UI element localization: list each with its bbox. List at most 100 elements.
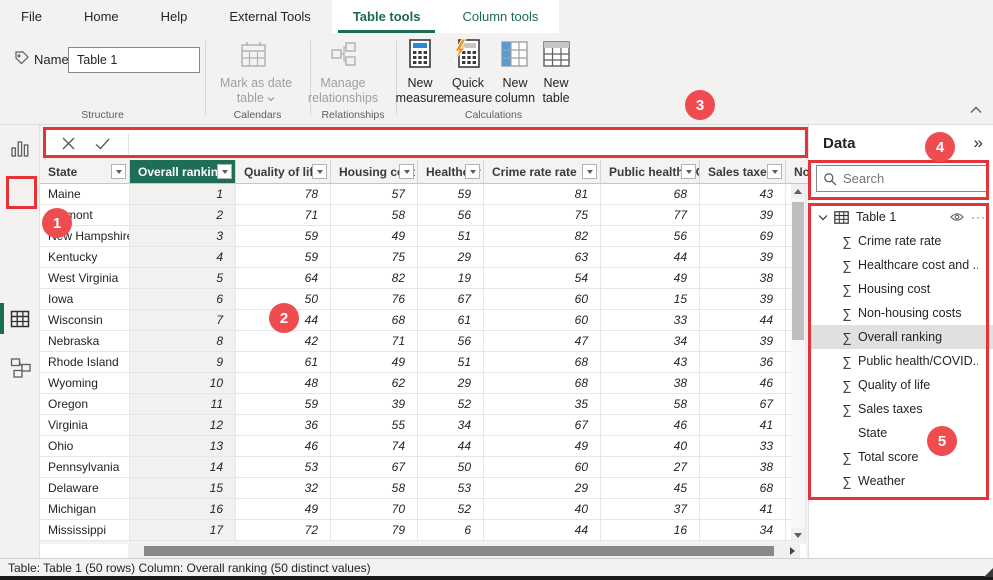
value-cell[interactable]: 68: [331, 310, 418, 331]
value-cell[interactable]: 43: [601, 352, 700, 373]
value-cell[interactable]: 33: [601, 310, 700, 331]
value-cell[interactable]: 8: [130, 331, 236, 352]
value-cell[interactable]: 37: [601, 499, 700, 520]
table-name-input[interactable]: [68, 47, 200, 73]
column-header-state[interactable]: State: [40, 160, 130, 184]
vertical-scrollbar[interactable]: [791, 184, 805, 542]
horizontal-scroll-thumb[interactable]: [144, 546, 774, 556]
tab-file[interactable]: File: [0, 0, 63, 33]
field-item-non-housing-costs[interactable]: ∑Non-housing costs: [809, 301, 993, 325]
value-cell[interactable]: 29: [418, 247, 484, 268]
value-cell[interactable]: 15: [601, 289, 700, 310]
value-cell[interactable]: 1: [130, 184, 236, 205]
value-cell[interactable]: 34: [700, 520, 786, 541]
column-filter-dropdown-icon[interactable]: [582, 164, 597, 179]
value-cell[interactable]: 59: [236, 247, 331, 268]
value-cell[interactable]: 56: [418, 205, 484, 226]
search-input[interactable]: [843, 171, 981, 186]
column-filter-dropdown-icon[interactable]: [767, 164, 782, 179]
value-cell[interactable]: 6: [130, 289, 236, 310]
value-cell[interactable]: 3: [130, 226, 236, 247]
column-header-healthcar[interactable]: Healthcar: [418, 160, 484, 184]
value-cell[interactable]: 46: [236, 436, 331, 457]
value-cell[interactable]: 12: [130, 415, 236, 436]
value-cell[interactable]: 43: [700, 184, 786, 205]
value-cell[interactable]: 53: [418, 478, 484, 499]
value-cell[interactable]: 57: [331, 184, 418, 205]
value-cell[interactable]: 44: [700, 310, 786, 331]
formula-bar[interactable]: [44, 130, 804, 157]
value-cell[interactable]: 75: [484, 205, 601, 226]
commit-formula-icon[interactable]: [95, 138, 110, 150]
value-cell[interactable]: 68: [601, 184, 700, 205]
field-item-sales-taxes[interactable]: ∑Sales taxes: [809, 397, 993, 421]
manage-relationships-button[interactable]: Manage relationships: [297, 76, 389, 106]
value-cell[interactable]: 60: [484, 310, 601, 331]
value-cell[interactable]: 58: [331, 478, 418, 499]
state-cell[interactable]: Mississippi: [40, 520, 130, 541]
value-cell[interactable]: 46: [700, 373, 786, 394]
value-cell[interactable]: 39: [700, 289, 786, 310]
value-cell[interactable]: 42: [236, 331, 331, 352]
value-cell[interactable]: 6: [418, 520, 484, 541]
horizontal-scrollbar[interactable]: [40, 544, 806, 558]
value-cell[interactable]: 76: [331, 289, 418, 310]
value-cell[interactable]: 51: [418, 226, 484, 247]
new-table-button[interactable]: New table: [529, 76, 583, 106]
value-cell[interactable]: 71: [331, 331, 418, 352]
value-cell[interactable]: 44: [418, 436, 484, 457]
value-cell[interactable]: 9: [130, 352, 236, 373]
value-cell[interactable]: 40: [601, 436, 700, 457]
collapse-ribbon-icon[interactable]: [969, 105, 985, 119]
value-cell[interactable]: 35: [484, 394, 601, 415]
report-view-icon[interactable]: [10, 139, 30, 159]
value-cell[interactable]: 38: [700, 457, 786, 478]
value-cell[interactable]: 63: [484, 247, 601, 268]
column-header-overall-ranking[interactable]: Overall ranking: [130, 160, 236, 184]
value-cell[interactable]: 36: [700, 352, 786, 373]
column-header-crime-rate-rate[interactable]: Crime rate rate: [484, 160, 601, 184]
value-cell[interactable]: 44: [236, 310, 331, 331]
value-cell[interactable]: 74: [331, 436, 418, 457]
vertical-scroll-thumb[interactable]: [792, 202, 804, 340]
column-filter-dropdown-icon[interactable]: [312, 164, 327, 179]
field-item-quality-of-life[interactable]: ∑Quality of life: [809, 373, 993, 397]
state-cell[interactable]: West Virginia: [40, 268, 130, 289]
value-cell[interactable]: 41: [700, 499, 786, 520]
value-cell[interactable]: 58: [601, 394, 700, 415]
value-cell[interactable]: 49: [236, 499, 331, 520]
value-cell[interactable]: 59: [236, 226, 331, 247]
field-item-state[interactable]: State: [809, 421, 993, 445]
value-cell[interactable]: 13: [130, 436, 236, 457]
value-cell[interactable]: 55: [331, 415, 418, 436]
column-header-public-health-co[interactable]: Public health/CO: [601, 160, 700, 184]
value-cell[interactable]: 11: [130, 394, 236, 415]
state-cell[interactable]: New Hampshire: [40, 226, 130, 247]
value-cell[interactable]: 72: [236, 520, 331, 541]
value-cell[interactable]: 67: [331, 457, 418, 478]
column-filter-dropdown-icon[interactable]: [111, 164, 126, 179]
value-cell[interactable]: 60: [484, 289, 601, 310]
value-cell[interactable]: 53: [236, 457, 331, 478]
value-cell[interactable]: 68: [484, 352, 601, 373]
state-cell[interactable]: Pennsylvania: [40, 457, 130, 478]
value-cell[interactable]: 38: [700, 268, 786, 289]
search-box[interactable]: [816, 165, 988, 192]
value-cell[interactable]: 36: [236, 415, 331, 436]
value-cell[interactable]: 56: [418, 331, 484, 352]
field-item-public-health-covid-[interactable]: ∑Public health/COVID...: [809, 349, 993, 373]
tab-help[interactable]: Help: [140, 0, 209, 33]
value-cell[interactable]: 33: [700, 436, 786, 457]
state-cell[interactable]: Vermont: [40, 205, 130, 226]
value-cell[interactable]: 14: [130, 457, 236, 478]
value-cell[interactable]: 58: [331, 205, 418, 226]
column-header-sales-taxes[interactable]: Sales taxes: [700, 160, 786, 184]
value-cell[interactable]: 34: [601, 331, 700, 352]
value-cell[interactable]: 70: [331, 499, 418, 520]
state-cell[interactable]: Wisconsin: [40, 310, 130, 331]
state-cell[interactable]: Nebraska: [40, 331, 130, 352]
field-item-housing-cost[interactable]: ∑Housing cost: [809, 277, 993, 301]
value-cell[interactable]: 78: [236, 184, 331, 205]
value-cell[interactable]: 39: [700, 247, 786, 268]
value-cell[interactable]: 49: [331, 352, 418, 373]
